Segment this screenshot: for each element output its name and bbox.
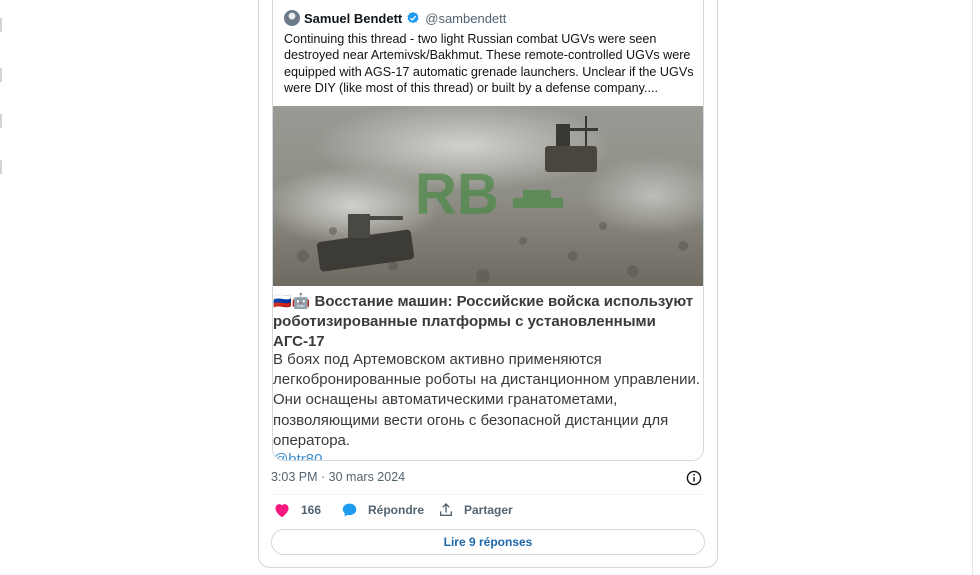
like-count: 166 — [301, 503, 322, 517]
watermark-text: RB — [415, 162, 499, 227]
quoted-tweet-header: Samuel Bendett @sambendett — [284, 9, 506, 27]
share-icon — [440, 503, 452, 516]
read-replies-button[interactable]: Lire 9 réponses — [271, 529, 705, 555]
reply-label: Répondre — [368, 503, 425, 517]
left-edge-mark — [0, 68, 2, 82]
info-icon[interactable] — [686, 470, 702, 486]
share-button[interactable]: Partager — [438, 502, 513, 518]
screenshot-body: В боях под Артемовском активно применяют… — [273, 351, 701, 449]
reply-bubble-icon — [342, 503, 357, 517]
left-edge-mark — [0, 160, 2, 174]
right-edge-line — [972, 0, 973, 575]
verified-badge-icon — [407, 11, 419, 24]
tweet-video-still[interactable]: RB — [273, 106, 703, 286]
left-edge-mark — [0, 114, 2, 128]
divider — [271, 494, 705, 495]
left-edge-mark — [0, 18, 2, 32]
avatar[interactable] — [284, 10, 300, 26]
author-handle[interactable]: @sambendett — [425, 11, 506, 26]
quoted-tweet-text: Continuing this thread - two light Russi… — [284, 32, 694, 96]
battlefield-image: RB — [273, 106, 703, 286]
reply-button[interactable]: Répondre — [341, 502, 424, 518]
author-name[interactable]: Samuel Bendett — [304, 11, 402, 26]
embedded-post-screenshot: 🇷🇺🤖 Восстание машин: Российские войска и… — [273, 286, 703, 461]
screenshot-link: @btr80 — [273, 452, 323, 461]
screenshot-title: 🇷🇺🤖 Восстание машин: Российские войска и… — [273, 293, 694, 350]
quoted-tweet[interactable]: Samuel Bendett @sambendett Continuing th… — [272, 0, 704, 461]
like-button[interactable]: 166 — [273, 502, 321, 518]
tweet-timestamp[interactable]: 3:03 PM · 30 mars 2024 — [271, 470, 405, 484]
share-label: Partager — [464, 503, 513, 517]
heart-icon — [275, 504, 289, 518]
